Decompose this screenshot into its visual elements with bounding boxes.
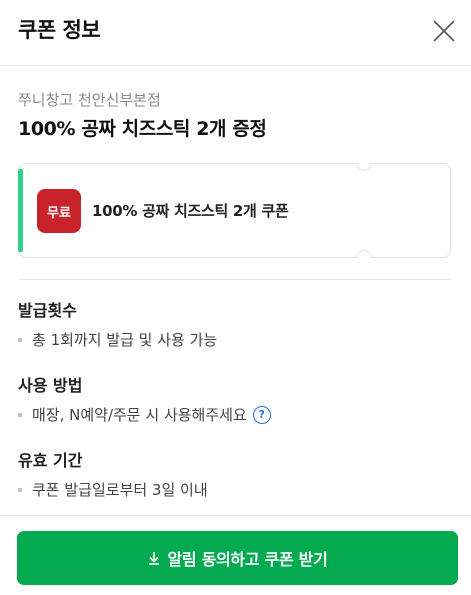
bullet: [18, 487, 22, 492]
coupon-name: 100% 공짜 치즈스틱 2개 쿠폰: [92, 202, 289, 220]
coupon-badge: 무료: [37, 189, 81, 233]
validity-title: 유효 기간: [18, 451, 83, 470]
store-name: 쭈니창고 천안신부본점: [18, 91, 161, 109]
bullet: [18, 412, 22, 417]
usage-method-text: 매장, N예약/주문 시 사용해주세요: [32, 406, 247, 424]
footer-divider: [0, 515, 471, 516]
issue-count-title: 발급횟수: [18, 301, 77, 320]
receive-coupon-button[interactable]: 알림 동의하고 쿠폰 받기: [17, 531, 458, 585]
download-icon: [147, 551, 161, 565]
bullet: [18, 337, 22, 342]
issue-count-item: 총 1회까지 발급 및 사용 가능: [18, 329, 217, 350]
usage-method-title: 사용 방법: [18, 376, 83, 395]
issue-count-text: 총 1회까지 발급 및 사용 가능: [32, 331, 218, 349]
page-title: 쿠폰 정보: [18, 18, 101, 42]
modal-header: 쿠폰 정보: [0, 0, 471, 66]
help-icon[interactable]: ?: [252, 405, 271, 424]
close-icon[interactable]: [429, 16, 459, 46]
validity-item: 쿠폰 발급일로부터 3일 이내: [18, 479, 208, 500]
section-divider: [18, 279, 451, 280]
coupon-accent-bar: [18, 169, 23, 252]
close-button[interactable]: [429, 16, 459, 46]
coupon-headline: 100% 공짜 치즈스틱 2개 증정: [18, 118, 267, 140]
coupon-card: 무료 100% 공짜 치즈스틱 2개 쿠폰: [18, 163, 451, 258]
validity-text: 쿠폰 발급일로부터 3일 이내: [32, 481, 208, 499]
receive-coupon-label: 알림 동의하고 쿠폰 받기: [167, 550, 328, 569]
usage-method-item: 매장, N예약/주문 시 사용해주세요 ?: [18, 404, 271, 425]
